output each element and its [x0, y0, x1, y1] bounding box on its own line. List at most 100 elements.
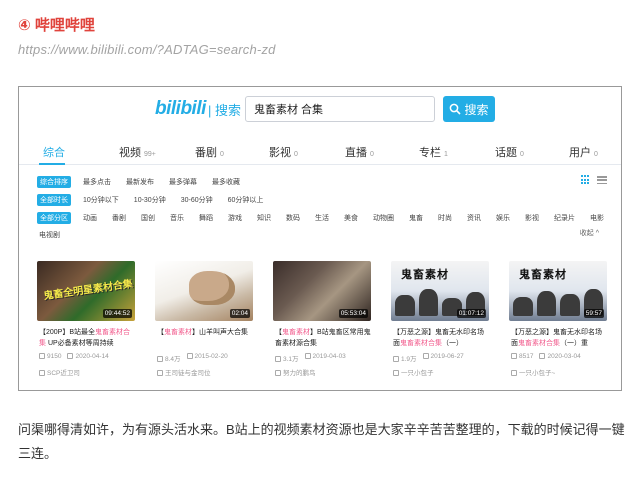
zone-option[interactable]: 舞蹈: [196, 212, 216, 224]
zone-option[interactable]: 全部分区: [37, 212, 71, 224]
video-duration: 01:07:12: [456, 309, 486, 318]
video-title[interactable]: 【万恶之源】鬼畜无水印名场面鬼畜素材合集（一）: [393, 327, 489, 349]
video-card[interactable]: 02:04 【鬼畜素材】山羊叫声大合集 8.4万 2015-02-20 王司徒与金…: [155, 261, 253, 387]
video-card[interactable]: 鬼畜素材 01:07:12 【万恶之源】鬼畜无水印名场面鬼畜素材合集（一） 1.…: [391, 261, 489, 387]
tab-topic[interactable]: 话题 0: [495, 144, 524, 160]
video-thumbnail[interactable]: 鬼畜全明星素材合集 09:44:52: [37, 261, 135, 321]
video-meta: 3.1万 2019-04-03: [275, 353, 346, 363]
video-thumbnail[interactable]: 05:53:04: [273, 261, 371, 321]
tab-count: 0: [520, 151, 524, 158]
tab-article[interactable]: 专栏 1: [419, 144, 448, 160]
title-text: UP必备素材等周持续: [46, 340, 114, 347]
zone-option[interactable]: 电影: [587, 212, 607, 224]
duration-option[interactable]: 30-60分钟: [178, 194, 216, 206]
play-count: 8517: [519, 353, 534, 360]
video-title[interactable]: 【鬼畜素材】B站鬼畜区常用鬼畜素材源合集: [275, 327, 371, 349]
uploader[interactable]: 努力的鹏鸟: [275, 367, 316, 377]
title-highlight: 鬼畜素材: [164, 329, 192, 336]
sort-option[interactable]: 综合排序: [37, 176, 71, 188]
tab-live[interactable]: 直播 0: [345, 144, 374, 160]
collapse-filters-button[interactable]: 收起 ^: [580, 228, 599, 238]
video-card[interactable]: 05:53:04 【鬼畜素材】B站鬼畜区常用鬼畜素材源合集 3.1万 2019-0…: [273, 261, 371, 387]
video-duration: 59:57: [583, 309, 604, 318]
zone-option[interactable]: 数码: [283, 212, 303, 224]
date-icon: [539, 353, 546, 359]
play-count-icon: [157, 356, 163, 362]
sort-option[interactable]: 最多点击: [80, 176, 114, 188]
video-thumbnail[interactable]: 鬼畜素材 59:57: [509, 261, 607, 321]
video-card[interactable]: 鬼畜全明星素材合集 09:44:52 【200P】B站最全鬼畜素材合集 UP必备…: [37, 261, 135, 387]
grid-view-icon[interactable]: [581, 175, 591, 185]
zone-option[interactable]: 美食: [341, 212, 361, 224]
title-text: 【: [275, 329, 282, 336]
title-highlight: 鬼畜素材合集: [400, 340, 442, 347]
list-view-icon[interactable]: [597, 175, 607, 185]
duration-option[interactable]: 10分钟以下: [80, 194, 122, 206]
date-icon: [304, 353, 311, 359]
zone-option[interactable]: 游戏: [225, 212, 245, 224]
bilibili-logo[interactable]: bilibili: [155, 98, 206, 120]
uploader-name: 一只小包子: [401, 370, 434, 377]
zone-option[interactable]: 时尚: [435, 212, 455, 224]
search-button[interactable]: 搜索: [443, 96, 495, 122]
video-title[interactable]: 【万恶之源】鬼畜无水印名场面鬼畜素材合集（一）重: [511, 327, 607, 349]
tab-label: 专栏: [419, 147, 441, 159]
duration-option[interactable]: 全部时长: [37, 194, 71, 206]
sort-option[interactable]: 最新发布: [123, 176, 157, 188]
tab-film[interactable]: 影视 0: [269, 144, 298, 160]
zone-option[interactable]: 国创: [138, 212, 158, 224]
zone-option[interactable]: 娱乐: [493, 212, 513, 224]
zone-option[interactable]: 音乐: [167, 212, 187, 224]
zone-option[interactable]: 资讯: [464, 212, 484, 224]
search-input[interactable]: [245, 96, 435, 122]
video-thumbnail[interactable]: 02:04: [155, 261, 253, 321]
tab-user[interactable]: 用户 0: [569, 144, 598, 160]
uploader-icon: [39, 370, 45, 376]
zone-option[interactable]: 动物圈: [370, 212, 397, 224]
uploader-icon: [511, 370, 517, 376]
title-highlight: 鬼畜素材: [282, 329, 310, 336]
tab-label: 视频: [119, 147, 141, 159]
tab-count: 0: [294, 151, 298, 158]
tab-count: 0: [594, 151, 598, 158]
sort-filter-row: 综合排序 最多点击 最新发布 最多弹幕 最多收藏: [37, 176, 252, 188]
play-count: 3.1万: [283, 356, 299, 363]
zone-option[interactable]: 影视: [522, 212, 542, 224]
uploader-name: 一只小包子~: [519, 370, 556, 377]
duration-filter-row: 全部时长 10分钟以下 10-30分钟 30-60分钟 60分钟以上: [37, 194, 275, 206]
sort-option[interactable]: 最多收藏: [209, 176, 243, 188]
site-url[interactable]: https://www.bilibili.com/?ADTAG=search-z…: [18, 42, 276, 57]
tab-bangumi[interactable]: 番剧 0: [195, 144, 224, 160]
video-meta: 8.4万 2015-02-20: [157, 353, 228, 363]
duration-option[interactable]: 60分钟以上: [225, 194, 267, 206]
bilibili-screenshot: bilibili | 搜索 搜索 综合 视频99+ 番剧0 影视0 直播0 专栏…: [18, 86, 622, 391]
upload-date: 2019-06-27: [430, 353, 464, 360]
view-toggle: [581, 175, 607, 185]
video-card[interactable]: 鬼畜素材 59:57 【万恶之源】鬼畜无水印名场面鬼畜素材合集（一）重 8517…: [509, 261, 607, 387]
sort-option[interactable]: 最多弹幕: [166, 176, 200, 188]
zone-option-tv[interactable]: 电视剧: [39, 230, 60, 240]
tab-video[interactable]: 视频 99+: [119, 144, 156, 160]
uploader[interactable]: SCP近卫司: [39, 367, 80, 377]
goat-image: [189, 271, 235, 305]
zone-option[interactable]: 生活: [312, 212, 332, 224]
duration-option[interactable]: 10-30分钟: [131, 194, 169, 206]
video-title[interactable]: 【鬼畜素材】山羊叫声大合集: [157, 327, 253, 349]
video-meta: 9150 2020-04-14: [39, 353, 109, 360]
zone-option[interactable]: 动画: [80, 212, 100, 224]
video-title[interactable]: 【200P】B站最全鬼畜素材合集 UP必备素材等周持续: [39, 327, 135, 349]
zone-option[interactable]: 番剧: [109, 212, 129, 224]
uploader[interactable]: 一只小包子~: [511, 367, 555, 377]
title-text: 【200P】B站最全: [39, 329, 96, 336]
zone-option[interactable]: 鬼畜: [406, 212, 426, 224]
zone-option[interactable]: 知识: [254, 212, 274, 224]
title-text: 【: [157, 329, 164, 336]
title-highlight: 鬼畜素材合集: [518, 340, 560, 347]
uploader[interactable]: 王司徒与金司位: [157, 367, 211, 377]
uploader[interactable]: 一只小包子: [393, 367, 434, 377]
date-icon: [186, 353, 193, 359]
video-duration: 02:04: [229, 309, 250, 318]
zone-option[interactable]: 纪录片: [551, 212, 578, 224]
tab-all[interactable]: 综合: [43, 144, 65, 160]
video-thumbnail[interactable]: 鬼畜素材 01:07:12: [391, 261, 489, 321]
